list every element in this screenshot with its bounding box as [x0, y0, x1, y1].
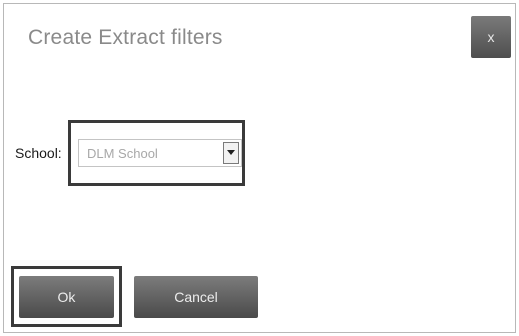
close-button[interactable]: x: [471, 16, 511, 58]
cancel-button[interactable]: Cancel: [134, 276, 258, 318]
ok-button[interactable]: Ok: [19, 276, 114, 318]
dialog-title: Create Extract filters: [28, 26, 223, 49]
school-select[interactable]: DLM School: [78, 139, 242, 167]
school-select-value: DLM School: [87, 146, 158, 161]
chevron-down-icon[interactable]: [223, 142, 239, 164]
school-label: School:: [15, 145, 62, 161]
